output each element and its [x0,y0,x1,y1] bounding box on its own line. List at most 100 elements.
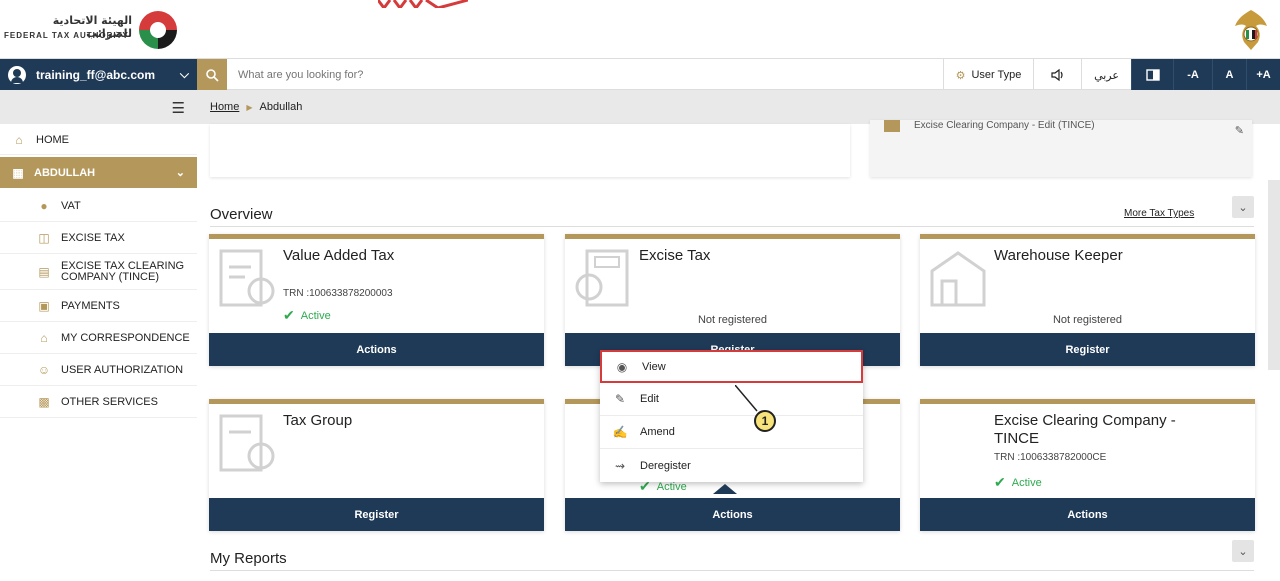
breadcrumb-separator-icon: ▶ [246,102,253,112]
card-not-registered: Not registered [1052,314,1123,326]
user-type-button[interactable]: ⚙ User Type [943,59,1033,91]
excise-icon: ◫ [38,230,50,245]
sidebar-item-other-services[interactable]: ▩ OTHER SERVICES [0,386,197,418]
uae-emblem-icon [1235,10,1267,50]
user-account-dropdown[interactable]: training_ff@abc.com ⌵ [0,59,197,91]
menu-item-edit[interactable]: ✎ Edit [600,383,863,416]
more-tax-types-link[interactable]: More Tax Types [1124,208,1194,219]
font-decrease-button[interactable]: -A [1173,59,1212,91]
coins-icon: ● [40,198,48,213]
pencil-icon[interactable]: ✎ [1235,124,1244,137]
sidebar-item-home[interactable]: ⌂ HOME [0,126,197,155]
top-toolbar: training_ff@abc.com ⌵ ⚙ User Type عربي -… [0,58,1280,91]
sidebar-item-label: PAYMENTS [61,299,120,312]
payment-icon: ▣ [38,298,50,313]
vat-card: Value Added Tax TRN :100633878200003 ✔ Ac… [209,234,544,366]
vat-document-icon [219,249,275,307]
sidebar-item-label: USER AUTHORIZATION [61,363,184,376]
grid-icon: ▦ [12,165,24,180]
breadcrumb-current: Abdullah [259,101,303,113]
sidebar-item-excise-tax[interactable]: ◫ EXCISE TAX [0,222,197,254]
sidebar-item-label: OTHER SERVICES [61,395,158,408]
overview-collapse-button[interactable]: ⌄ [1232,196,1254,218]
hamburger-icon: ☰ [171,100,185,117]
actions-dropdown-menu: ◉ View ✎ Edit ✍ Amend ⇝ Deregister [600,350,863,482]
decorative-mark [378,0,468,8]
excise-clearing-company-card: Excise Clearing Company - TINCE TRN :1006… [920,399,1255,531]
sidebar-item-label: EXCISE TAX [61,231,125,244]
card-title: Tax Group [283,412,353,429]
menu-toggle-button[interactable]: ☰ [0,90,197,124]
fta-logo-icon[interactable] [136,8,180,52]
search-button[interactable] [197,59,227,91]
tax-group-card: Tax Group Register [209,399,544,531]
user-avatar-icon [8,66,26,84]
status-badge: ✔ Active [283,307,331,323]
site-header: الهيئة الاتحادية للضرائب FEDERAL TAX AUT… [0,0,1280,58]
excise-actions-button[interactable]: Actions [565,498,900,531]
sidebar-item-abdullah[interactable]: ▦ ABDULLAH ⌄ [0,157,197,188]
menu-item-view[interactable]: ◉ View [600,350,863,383]
tince-actions-button[interactable]: Actions [920,498,1255,531]
sidebar: ☰ ⌂ HOME ▦ ABDULLAH ⌄ ● VAT ◫ EXCISE TAX… [0,90,197,581]
menu-arrow-icon [713,484,737,494]
sidebar-item-label: VAT [61,199,81,212]
chevron-down-icon: ⌄ [1238,201,1248,214]
deregister-icon: ⇝ [614,458,626,473]
card-trn: TRN :100633878200003 [283,288,393,299]
amend-icon: ✍ [612,425,628,439]
breadcrumb-home-link[interactable]: Home [210,101,239,113]
menu-item-amend[interactable]: ✍ Amend [600,416,863,449]
menu-item-label: Edit [640,393,659,405]
excise-tax-card: Excise Tax Not registered Register [565,234,900,366]
sidebar-item-label: ABDULLAH [34,166,96,179]
gear-icon: ⚙ [955,69,966,82]
step-callout-badge: 1 [754,410,776,432]
reports-collapse-button[interactable]: ⌄ [1232,540,1254,562]
logo-english-text: FEDERAL TAX AUTHORITY [4,31,129,40]
contrast-toggle-button[interactable] [1131,59,1173,91]
menu-item-deregister[interactable]: ⇝ Deregister [600,449,863,482]
check-circle-icon: ✔ [283,307,295,323]
sidebar-item-vat[interactable]: ● VAT [0,190,197,222]
arabic-language-button[interactable]: عربي [1081,59,1131,91]
sidebar-item-tince[interactable]: ▤ EXCISE TAX CLEARING COMPANY (TINCE) [0,254,197,290]
search-input[interactable] [238,65,838,85]
menu-item-label: View [642,360,666,373]
sidebar-item-label: MY CORRESPONDENCE [61,331,190,344]
tax-group-register-button[interactable]: Register [209,498,544,531]
scrollbar[interactable] [1268,180,1280,370]
speaker-button[interactable] [1033,59,1081,91]
pending-application-card[interactable]: Excise Clearing Company - Edit (TINCE) ✎ [870,120,1252,177]
warehouse-icon [930,251,986,307]
menu-item-label: Amend [640,426,675,438]
star-badge-icon [884,120,900,132]
contrast-icon [1145,69,1160,81]
card-trn: TRN :1006338782000CE [994,452,1107,463]
font-normal-button[interactable]: A [1212,59,1246,91]
warehouse-keeper-card: Warehouse Keeper Not registered Register [920,234,1255,366]
font-increase-button[interactable]: +A [1246,59,1280,91]
chevron-down-icon: ⌄ [1238,545,1248,558]
card-title: Excise Clearing Company - TINCE [994,412,1176,447]
sidebar-item-correspondence[interactable]: ⌂ MY CORRESPONDENCE [0,322,197,354]
divider [210,570,1254,571]
card-title: Excise Tax [639,247,711,264]
card-not-registered: Not registered [697,314,768,326]
chevron-down-icon: ⌵ [179,67,189,81]
sidebar-item-payments[interactable]: ▣ PAYMENTS [0,290,197,322]
card-title: Value Added Tax [283,247,395,264]
warehouse-register-button[interactable]: Register [920,333,1255,366]
pencil-icon: ✎ [614,392,626,406]
user-type-label: User Type [971,69,1022,81]
calculator-icon [575,249,629,307]
vat-actions-button[interactable]: Actions [209,333,544,366]
check-circle-icon: ✔ [994,474,1006,490]
tax-group-document-icon [219,414,275,472]
breadcrumb: Home ▶ Abdullah [197,90,1280,124]
status-badge: ✔ Active [994,474,1042,490]
sidebar-item-label: HOME [36,134,69,146]
sidebar-item-user-authorization[interactable]: ☺ USER AUTHORIZATION [0,354,197,386]
user-email: training_ff@abc.com [36,68,156,82]
sidebar-item-label: EXCISE TAX CLEARING COMPANY (TINCE) [61,259,185,283]
